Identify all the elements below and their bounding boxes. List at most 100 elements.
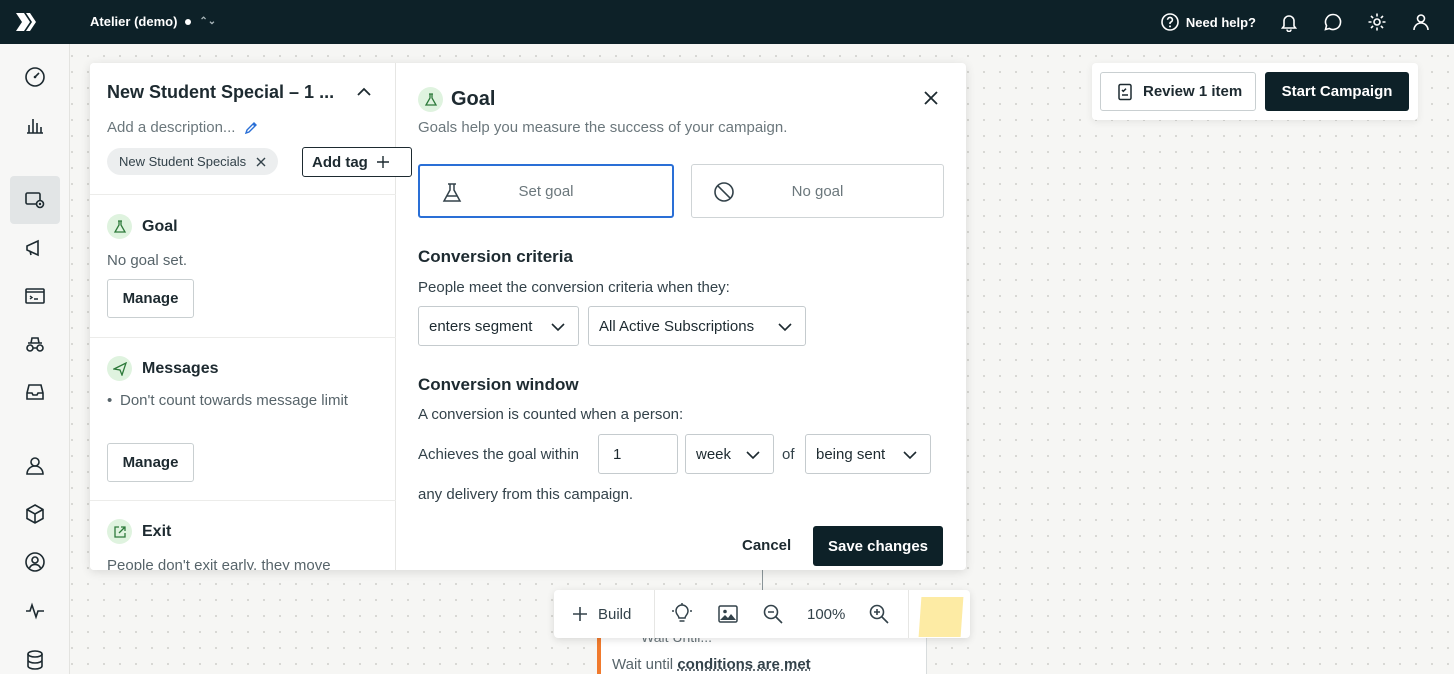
- event-select[interactable]: being sent: [805, 434, 931, 474]
- inbox-icon[interactable]: [10, 368, 60, 416]
- bell-icon[interactable]: [1278, 11, 1300, 33]
- pencil-icon: [245, 121, 258, 134]
- goal-panel: Goal Goals help you measure the success …: [396, 63, 966, 570]
- save-changes-button[interactable]: Save changes: [813, 526, 943, 566]
- build-label: Build: [598, 605, 632, 623]
- within-value-input[interactable]: 1: [598, 434, 678, 474]
- flask-icon: [418, 87, 443, 112]
- node-summary: Wait until conditions are met: [612, 656, 811, 673]
- chevron-up-icon[interactable]: [355, 83, 373, 101]
- delivery-text: any delivery from this campaign.: [418, 486, 634, 503]
- segments-icon[interactable]: [10, 538, 60, 586]
- segment-select[interactable]: All Active Subscriptions: [588, 306, 806, 346]
- goal-panel-subtitle: Goals help you measure the success of yo…: [418, 119, 788, 136]
- chat-icon[interactable]: [1322, 11, 1344, 33]
- status-dot: [185, 18, 192, 25]
- user-icon[interactable]: [1410, 11, 1432, 33]
- exit-section-header: Exit: [107, 519, 171, 544]
- chevron-up-down-icon: ⌃⌄: [199, 16, 217, 27]
- flask-icon: [107, 214, 132, 239]
- flow-connector: [762, 570, 763, 592]
- exit-description: People don't exit early, they move: [107, 557, 331, 570]
- conversion-window-text: A conversion is counted when a person:: [418, 406, 684, 423]
- build-button[interactable]: Build: [570, 602, 631, 626]
- no-goal-option[interactable]: No goal: [691, 164, 944, 218]
- canvas-toolbar: Build 100%: [554, 590, 970, 638]
- goal-panel-title: Goal: [451, 88, 496, 110]
- time-unit-select[interactable]: week: [685, 434, 774, 474]
- objects-icon[interactable]: [10, 490, 60, 538]
- people-icon[interactable]: [10, 442, 60, 490]
- lightbulb-icon[interactable]: [671, 602, 693, 626]
- help-label: Need help?: [1185, 14, 1256, 30]
- criteria-type-value: enters segment: [429, 317, 533, 335]
- criteria-type-select[interactable]: enters segment: [418, 306, 579, 346]
- section-divider: [90, 500, 396, 501]
- start-campaign-button[interactable]: Start Campaign: [1265, 72, 1409, 111]
- exit-icon: [107, 519, 132, 544]
- dashboard-icon[interactable]: [10, 53, 60, 101]
- zoom-in-icon[interactable]: [868, 602, 890, 626]
- question-icon: [1161, 13, 1179, 31]
- time-unit-value: week: [696, 445, 732, 463]
- section-divider: [90, 337, 396, 338]
- of-label: of: [782, 446, 795, 463]
- close-icon[interactable]: [256, 157, 266, 167]
- manage-goal-button[interactable]: Manage: [107, 279, 194, 318]
- plus-icon: [573, 607, 587, 621]
- campaign-actions: Review 1 item Start Campaign: [1092, 63, 1418, 120]
- workspace-name: Atelier (demo): [90, 14, 178, 29]
- sticky-note-icon[interactable]: [918, 597, 964, 637]
- messages-section-header: Messages: [107, 356, 219, 381]
- prohibited-icon: [714, 182, 734, 202]
- conversion-criteria-text: People meet the conversion criteria when…: [418, 279, 730, 296]
- review-button[interactable]: Review 1 item: [1100, 72, 1256, 111]
- conversion-criteria-heading: Conversion criteria: [418, 247, 573, 266]
- journeys-icon[interactable]: [10, 320, 60, 368]
- checklist-icon: [1118, 83, 1132, 100]
- app-logo-icon[interactable]: [14, 10, 38, 34]
- description-field[interactable]: Add a description...: [107, 119, 259, 136]
- conversion-window-heading: Conversion window: [418, 375, 579, 394]
- data-icon[interactable]: [10, 636, 60, 674]
- node-conditions-link[interactable]: conditions are met: [677, 656, 810, 673]
- achieves-label: Achieves the goal within: [418, 446, 579, 463]
- goal-section-header: Goal: [107, 214, 178, 239]
- image-icon[interactable]: [717, 602, 739, 626]
- send-icon: [107, 356, 132, 381]
- activity-icon[interactable]: [10, 587, 60, 635]
- chevron-down-icon: [551, 323, 565, 332]
- chevron-down-icon: [746, 451, 760, 460]
- broadcasts-icon[interactable]: [10, 224, 60, 272]
- goal-panel-header: Goal: [418, 87, 495, 112]
- zoom-out-icon[interactable]: [762, 602, 784, 626]
- left-nav-rail: [0, 44, 70, 674]
- close-icon[interactable]: [922, 89, 940, 107]
- transactional-icon[interactable]: [10, 272, 60, 320]
- flask-icon: [442, 183, 462, 202]
- analytics-icon[interactable]: [10, 101, 60, 149]
- set-goal-option[interactable]: Set goal: [418, 164, 674, 218]
- segment-value: All Active Subscriptions: [599, 317, 755, 335]
- campaign-title[interactable]: New Student Special – 1 ...: [107, 82, 334, 103]
- cancel-button[interactable]: Cancel: [742, 537, 791, 554]
- manage-messages-button[interactable]: Manage: [107, 443, 194, 482]
- goal-status-text: No goal set.: [107, 252, 188, 269]
- campaigns-icon[interactable]: [10, 176, 60, 224]
- messages-section-title: Messages: [142, 359, 219, 377]
- messages-limit-note: Don't count towards message limit: [107, 390, 360, 412]
- top-bar: Atelier (demo) ⌃⌄ Need help?: [0, 0, 1454, 44]
- description-placeholder: Add a description...: [107, 119, 236, 136]
- add-tag-label: Add tag: [312, 153, 368, 171]
- plus-icon: [376, 156, 389, 168]
- review-label: Review 1 item: [1143, 83, 1243, 100]
- chevron-down-icon: [778, 323, 792, 332]
- gear-icon[interactable]: [1366, 11, 1388, 33]
- help-button[interactable]: Need help?: [1160, 12, 1256, 32]
- tag-chip: New Student Specials: [107, 148, 279, 175]
- workspace-switcher[interactable]: Atelier (demo) ⌃⌄: [90, 14, 216, 29]
- campaign-summary-panel: New Student Special – 1 ... Add a descri…: [90, 63, 412, 570]
- chevron-down-icon: [903, 451, 917, 460]
- exit-section-title: Exit: [142, 522, 172, 540]
- zoom-level: 100%: [807, 605, 846, 623]
